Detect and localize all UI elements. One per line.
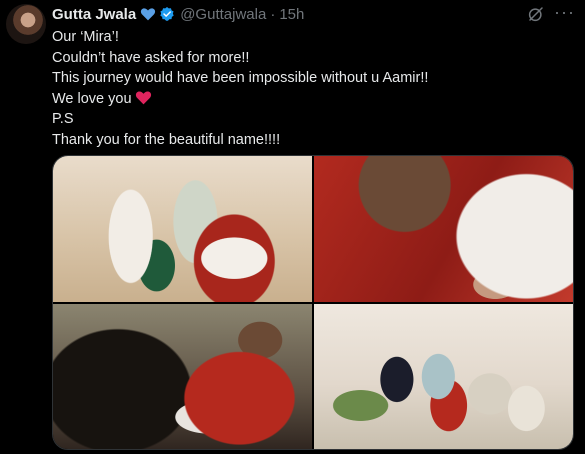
tweet-text: Our ‘Mira’! Couldn’t have asked for more… bbox=[52, 27, 572, 150]
separator-dot: · bbox=[270, 5, 276, 23]
tweet-line: We love you bbox=[52, 90, 132, 107]
more-options-icon[interactable]: ··· bbox=[554, 2, 575, 23]
timestamp[interactable]: 15h bbox=[279, 6, 304, 23]
author-name[interactable]: Gutta Jwala bbox=[52, 6, 136, 23]
author-handle[interactable]: @Guttajwala bbox=[180, 6, 266, 23]
tweet-line: Our ‘Mira’! bbox=[52, 29, 119, 45]
red-heart-icon bbox=[135, 90, 151, 104]
photo-holding-baby-closeup[interactable] bbox=[314, 156, 573, 302]
tweet-line: Couldn’t have asked for more!! bbox=[52, 49, 250, 66]
tweet-header: Gutta Jwala @Guttajwala · 15h bbox=[52, 4, 575, 24]
photo-family-gathering[interactable] bbox=[53, 156, 312, 302]
tweet-line: P.S bbox=[52, 111, 74, 127]
tweet-line: Thank you for the beautiful name!!!! bbox=[52, 131, 281, 148]
tweet-line-with-heart: We love you bbox=[52, 89, 572, 110]
media-grid bbox=[52, 155, 574, 450]
photo-baby-in-stroller[interactable] bbox=[53, 303, 312, 449]
author-avatar[interactable] bbox=[6, 4, 46, 44]
blue-heart-icon bbox=[141, 8, 156, 21]
verified-badge-icon[interactable] bbox=[159, 6, 175, 22]
tweet-line: This journey would have been impossible … bbox=[52, 70, 429, 86]
photo-group-portrait[interactable] bbox=[314, 303, 573, 449]
grok-icon[interactable] bbox=[527, 5, 545, 23]
